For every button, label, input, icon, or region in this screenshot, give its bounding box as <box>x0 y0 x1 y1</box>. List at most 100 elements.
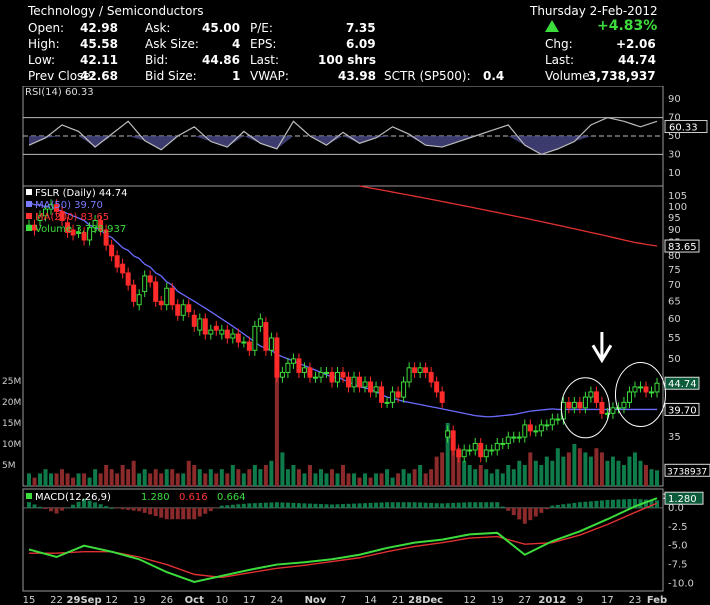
rsi-tick-label: 30 <box>668 149 681 160</box>
volume-bar <box>407 473 412 486</box>
macd-histogram-bar <box>307 503 312 508</box>
volume-bar <box>621 465 626 486</box>
price-legend-swatch <box>26 225 32 231</box>
volume-bar <box>115 473 120 486</box>
macd-histogram-bar <box>533 507 538 517</box>
volume-tick-label: 5M <box>2 461 16 471</box>
macd-histogram-bar <box>104 506 109 508</box>
macd-histogram-bar <box>219 505 224 508</box>
volume-bar <box>181 473 186 486</box>
ask-label: Ask: <box>145 21 171 35</box>
macd-histogram-bar <box>274 502 279 508</box>
volume-bar <box>32 477 37 486</box>
volume-bar <box>517 460 522 486</box>
macd-histogram-bar <box>500 506 505 508</box>
volume-bar <box>522 465 527 486</box>
volume-bar <box>175 473 180 486</box>
candle-body <box>351 376 357 388</box>
last-label: Last: <box>545 53 575 67</box>
last-value: 44.74 <box>618 53 656 67</box>
macd-histogram-bar <box>241 503 246 508</box>
macd-x-tick-label: 14 <box>364 595 377 605</box>
volume-bar <box>583 452 588 486</box>
volume-tick-label: 10M <box>2 440 21 450</box>
macd-x-tick-label: 12 <box>463 595 476 605</box>
candle-body <box>538 424 544 432</box>
macd-histogram-bar <box>616 499 621 508</box>
volume-bar <box>506 465 511 486</box>
candle-body <box>456 449 462 458</box>
macd-histogram-bar <box>440 503 445 508</box>
macd-histogram-bar <box>54 507 59 514</box>
volume-bar <box>313 473 318 486</box>
candle-body <box>610 407 616 414</box>
price-legend-swatch <box>26 201 32 207</box>
macd-histogram-bar <box>594 500 599 508</box>
macd-histogram-bar <box>170 507 175 520</box>
candle-body <box>186 304 192 313</box>
candle-body <box>494 442 500 451</box>
macd-histogram-bar <box>318 504 323 508</box>
candle-body <box>467 449 473 452</box>
volume-bar <box>236 469 241 486</box>
price-tick-label: 35 <box>668 432 681 443</box>
macd-histogram-bar <box>159 507 164 518</box>
volume-bar <box>269 460 274 486</box>
candle-body <box>323 371 329 374</box>
candle-body <box>241 341 247 344</box>
macd-histogram-bar <box>352 503 357 508</box>
macd-histogram-bar <box>423 502 428 508</box>
volume-bar <box>352 473 357 486</box>
macd-legend-name: MACD(12,26,9) <box>35 492 111 503</box>
volume-bar <box>318 469 323 486</box>
macd-histogram-bar <box>473 502 478 508</box>
volume-bar <box>577 448 582 486</box>
volume-bar <box>599 452 604 486</box>
macd-histogram-bar <box>522 507 527 524</box>
candle-body <box>285 362 291 373</box>
macd-x-tick-label: 10 <box>215 595 228 605</box>
volume-bar <box>594 448 599 486</box>
volume-bar <box>374 473 379 486</box>
volume-bar <box>462 460 467 486</box>
candle-body <box>373 386 379 393</box>
macd-x-tick-label: Nov <box>305 595 327 605</box>
candle-body <box>296 358 302 373</box>
volume-bar <box>478 465 483 486</box>
volume-bar <box>561 456 566 486</box>
candle-body <box>263 322 269 351</box>
macd-histogram-bar <box>175 507 180 520</box>
macd-histogram-bar <box>396 502 401 508</box>
macd-histogram-bar <box>385 502 390 508</box>
volume-bar <box>638 460 643 486</box>
candle-body <box>445 430 451 438</box>
candle-body <box>478 442 484 458</box>
volume-bar <box>291 465 296 486</box>
price-tick-label: 50 <box>668 354 681 365</box>
quote-date: Thursday 2-Feb-2012 <box>530 4 658 18</box>
macd-histogram-bar <box>610 499 615 508</box>
macd-histogram-bar <box>109 507 114 509</box>
macd-histogram-bar <box>561 504 566 508</box>
candle-body <box>412 367 418 373</box>
price-tick-label: 70 <box>668 280 681 291</box>
macd-histogram-bar <box>98 504 103 508</box>
macd-histogram-bar <box>572 502 577 508</box>
volume-bar <box>285 469 290 486</box>
candle-body <box>213 325 219 331</box>
macd-histogram-bar <box>225 505 230 508</box>
volume-bar <box>649 469 654 486</box>
candle-body <box>191 314 197 327</box>
volume-bar <box>390 477 395 486</box>
stock-chart: 907050301060.33RSI(14) 60.3325M20M15M10M… <box>2 86 710 605</box>
macd-histogram-bar <box>324 504 329 508</box>
macd-histogram-bar <box>285 502 290 508</box>
high-value: 45.58 <box>80 37 118 51</box>
candle-body <box>136 294 142 306</box>
volume-bar <box>148 473 153 486</box>
volume-bar <box>258 469 263 486</box>
last-shares-value: 100 shrs <box>318 53 376 67</box>
candle-body <box>279 371 285 378</box>
volume-bar <box>396 473 401 486</box>
candle-body <box>180 304 186 316</box>
